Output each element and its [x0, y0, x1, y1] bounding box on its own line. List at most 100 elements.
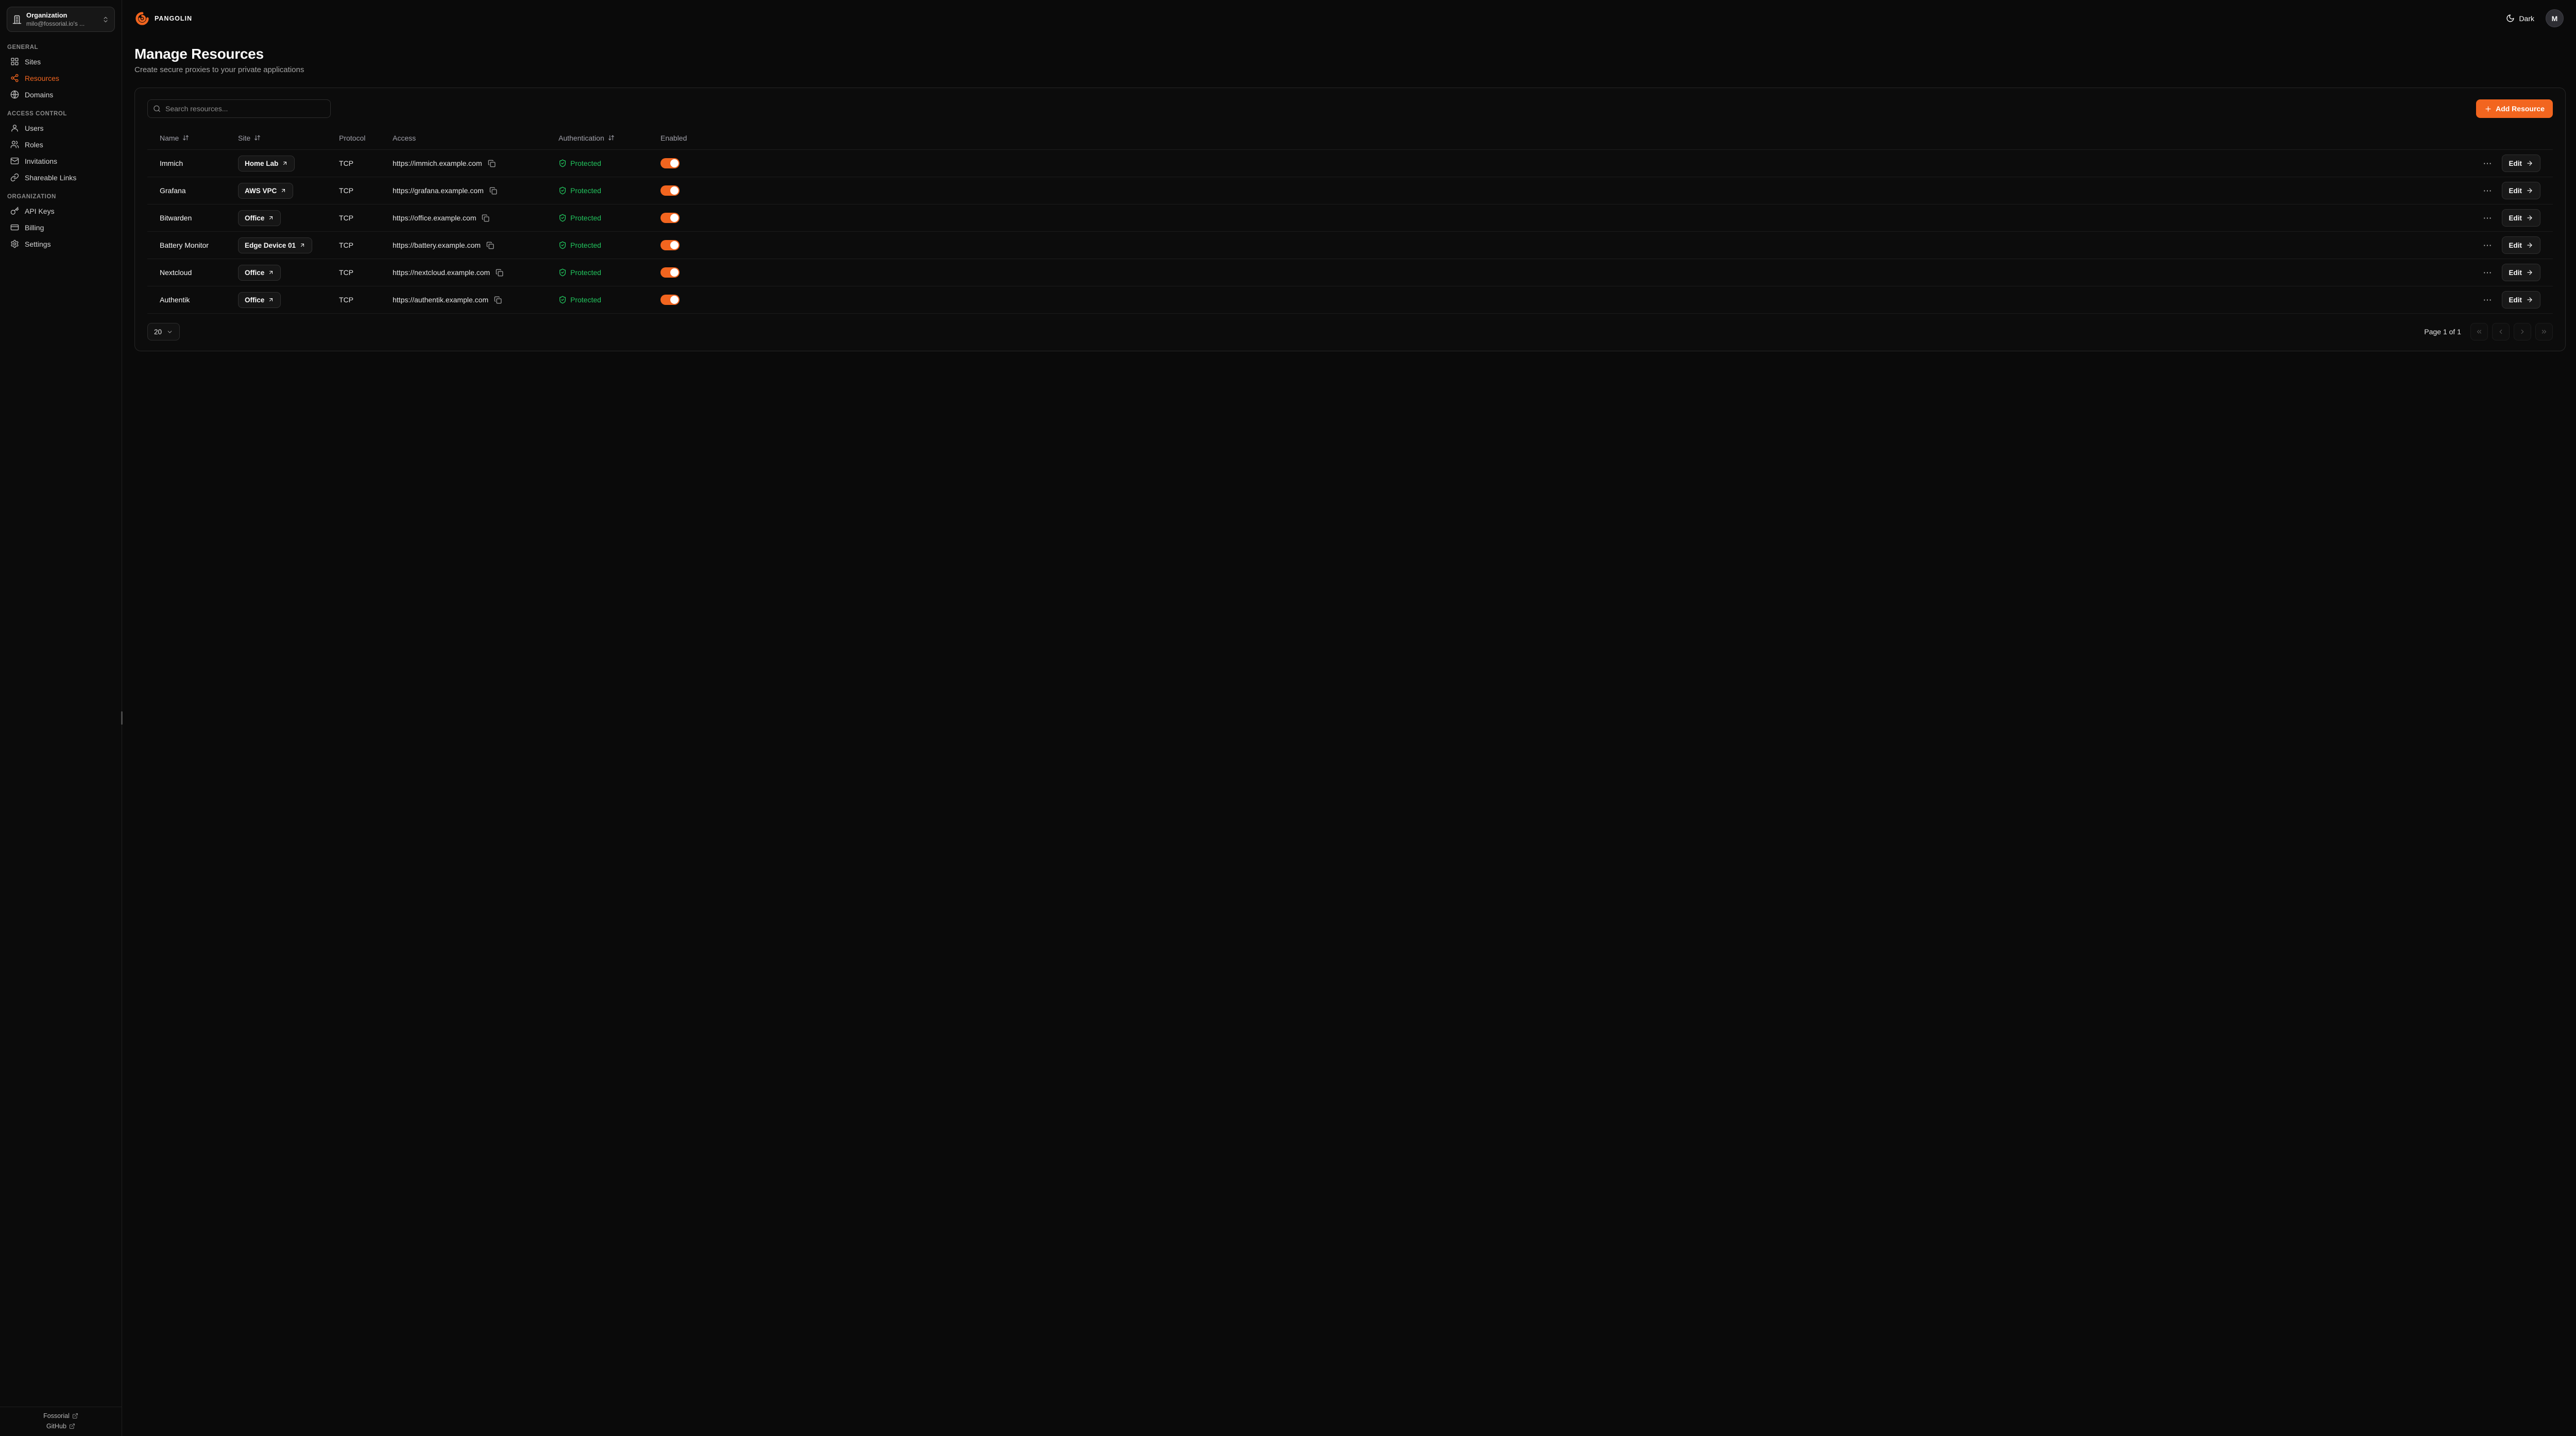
sort-icon — [182, 134, 189, 141]
table-row: Nextcloud Office TCP https://nextcloud.e… — [147, 259, 2553, 286]
column-header-site[interactable]: Site — [238, 134, 339, 142]
fossorial-link[interactable]: Fossorial — [43, 1412, 78, 1420]
copy-url-button[interactable] — [485, 241, 495, 250]
row-more-button[interactable]: ⋯ — [2481, 185, 2495, 196]
row-more-button[interactable]: ⋯ — [2481, 213, 2495, 224]
shield-check-icon — [558, 241, 567, 249]
copy-url-button[interactable] — [495, 268, 504, 278]
sidebar-item-shareable-links[interactable]: Shareable Links — [5, 169, 116, 185]
link-icon — [10, 173, 19, 182]
chevron-down-icon — [166, 329, 173, 335]
site-link-button[interactable]: AWS VPC — [238, 183, 293, 199]
edit-button[interactable]: Edit — [2502, 182, 2541, 199]
table-header: Name Site Protocol Access Authentication… — [147, 126, 2553, 150]
resources-toolbar: Add Resource — [147, 99, 2553, 118]
org-selector[interactable]: Organization milo@fossorial.io's ... — [7, 7, 115, 32]
building-icon — [12, 15, 22, 24]
arrow-up-right-icon — [282, 160, 288, 166]
previous-page-button[interactable] — [2492, 323, 2510, 340]
resource-protocol: TCP — [339, 296, 393, 304]
copy-url-button[interactable] — [487, 159, 497, 168]
sidebar-item-domains[interactable]: Domains — [5, 87, 116, 102]
chevrons-left-icon — [2476, 328, 2483, 335]
site-link-button[interactable]: Office — [238, 265, 281, 281]
copy-url-button[interactable] — [488, 186, 498, 196]
sidebar-item-label: Users — [25, 124, 44, 132]
row-more-button[interactable]: ⋯ — [2481, 295, 2495, 305]
site-link-button[interactable]: Edge Device 01 — [238, 237, 312, 253]
moon-icon — [2506, 14, 2515, 23]
sidebar-item-label: Invitations — [25, 157, 57, 165]
main-content: PANGOLIN Dark M Manage Resources Create … — [122, 0, 2576, 1436]
sidebar-nav: GENERAL Sites Resources Domains ACCESS C… — [0, 36, 122, 1407]
credit-card-icon — [10, 223, 19, 232]
github-link[interactable]: GitHub — [46, 1423, 75, 1430]
row-more-button[interactable]: ⋯ — [2481, 240, 2495, 251]
section-label-organization: ORGANIZATION — [7, 194, 114, 200]
edit-button[interactable]: Edit — [2502, 236, 2541, 254]
sidebar-item-label: Resources — [25, 74, 59, 82]
arrow-right-icon — [2526, 296, 2533, 303]
sidebar-item-roles[interactable]: Roles — [5, 136, 116, 152]
edit-button[interactable]: Edit — [2502, 209, 2541, 227]
table-row: Authentik Office TCP https://authentik.e… — [147, 286, 2553, 314]
shield-check-icon — [558, 268, 567, 277]
last-page-button[interactable] — [2535, 323, 2553, 340]
column-header-authentication[interactable]: Authentication — [558, 134, 660, 142]
arrow-up-right-icon — [299, 242, 306, 248]
resource-protocol: TCP — [339, 268, 393, 277]
first-page-button[interactable] — [2470, 323, 2488, 340]
sidebar-item-api-keys[interactable]: API Keys — [5, 203, 116, 219]
add-resource-button[interactable]: Add Resource — [2476, 99, 2553, 118]
edit-button[interactable]: Edit — [2502, 264, 2541, 281]
sites-grid-icon — [10, 57, 19, 66]
copy-url-button[interactable] — [493, 295, 503, 305]
site-link-button[interactable]: Office — [238, 210, 281, 226]
arrow-right-icon — [2526, 269, 2533, 276]
resource-access-url: https://nextcloud.example.com — [393, 268, 490, 277]
sidebar-footer: Fossorial GitHub — [0, 1407, 122, 1436]
auth-status: Protected — [558, 159, 660, 167]
arrow-right-icon — [2526, 187, 2533, 194]
enabled-toggle[interactable] — [660, 240, 680, 250]
next-page-button[interactable] — [2514, 323, 2531, 340]
sidebar-item-invitations[interactable]: Invitations — [5, 153, 116, 169]
site-link-button[interactable]: Office — [238, 292, 281, 308]
enabled-toggle[interactable] — [660, 158, 680, 168]
site-link-button[interactable]: Home Lab — [238, 156, 295, 172]
arrow-up-right-icon — [268, 297, 274, 303]
edit-button[interactable]: Edit — [2502, 155, 2541, 172]
enabled-toggle[interactable] — [660, 185, 680, 196]
key-icon — [10, 207, 19, 215]
sidebar-resize-handle[interactable] — [121, 711, 123, 725]
avatar[interactable]: M — [2546, 9, 2564, 27]
row-more-button[interactable]: ⋯ — [2481, 158, 2495, 169]
sidebar-item-label: Sites — [25, 58, 41, 66]
sidebar-item-sites[interactable]: Sites — [5, 54, 116, 70]
topbar: PANGOLIN Dark M — [122, 0, 2576, 35]
arrow-up-right-icon — [280, 187, 286, 194]
enabled-toggle[interactable] — [660, 295, 680, 305]
sidebar-item-settings[interactable]: Settings — [5, 236, 116, 252]
copy-icon — [488, 160, 496, 167]
column-header-name[interactable]: Name — [160, 134, 238, 142]
sort-icon — [254, 134, 261, 141]
theme-toggle[interactable]: Dark — [2506, 14, 2534, 23]
sidebar-item-users[interactable]: Users — [5, 120, 116, 136]
search-input[interactable] — [147, 99, 331, 118]
enabled-toggle[interactable] — [660, 267, 680, 278]
copy-icon — [494, 296, 502, 304]
arrow-up-right-icon — [268, 215, 274, 221]
sidebar-item-resources[interactable]: Resources — [5, 70, 116, 86]
search-icon — [153, 105, 161, 113]
page-head: Manage Resources Create secure proxies t… — [122, 35, 2576, 76]
sidebar-item-label: Billing — [25, 224, 44, 232]
brand-link[interactable]: PANGOLIN — [134, 11, 192, 26]
enabled-toggle[interactable] — [660, 213, 680, 223]
sidebar-item-billing[interactable]: Billing — [5, 219, 116, 235]
edit-button[interactable]: Edit — [2502, 291, 2541, 309]
page-size-select[interactable]: 20 — [147, 323, 180, 340]
row-more-button[interactable]: ⋯ — [2481, 267, 2495, 278]
copy-url-button[interactable] — [481, 213, 490, 223]
table-row: Grafana AWS VPC TCP https://grafana.exam… — [147, 177, 2553, 204]
